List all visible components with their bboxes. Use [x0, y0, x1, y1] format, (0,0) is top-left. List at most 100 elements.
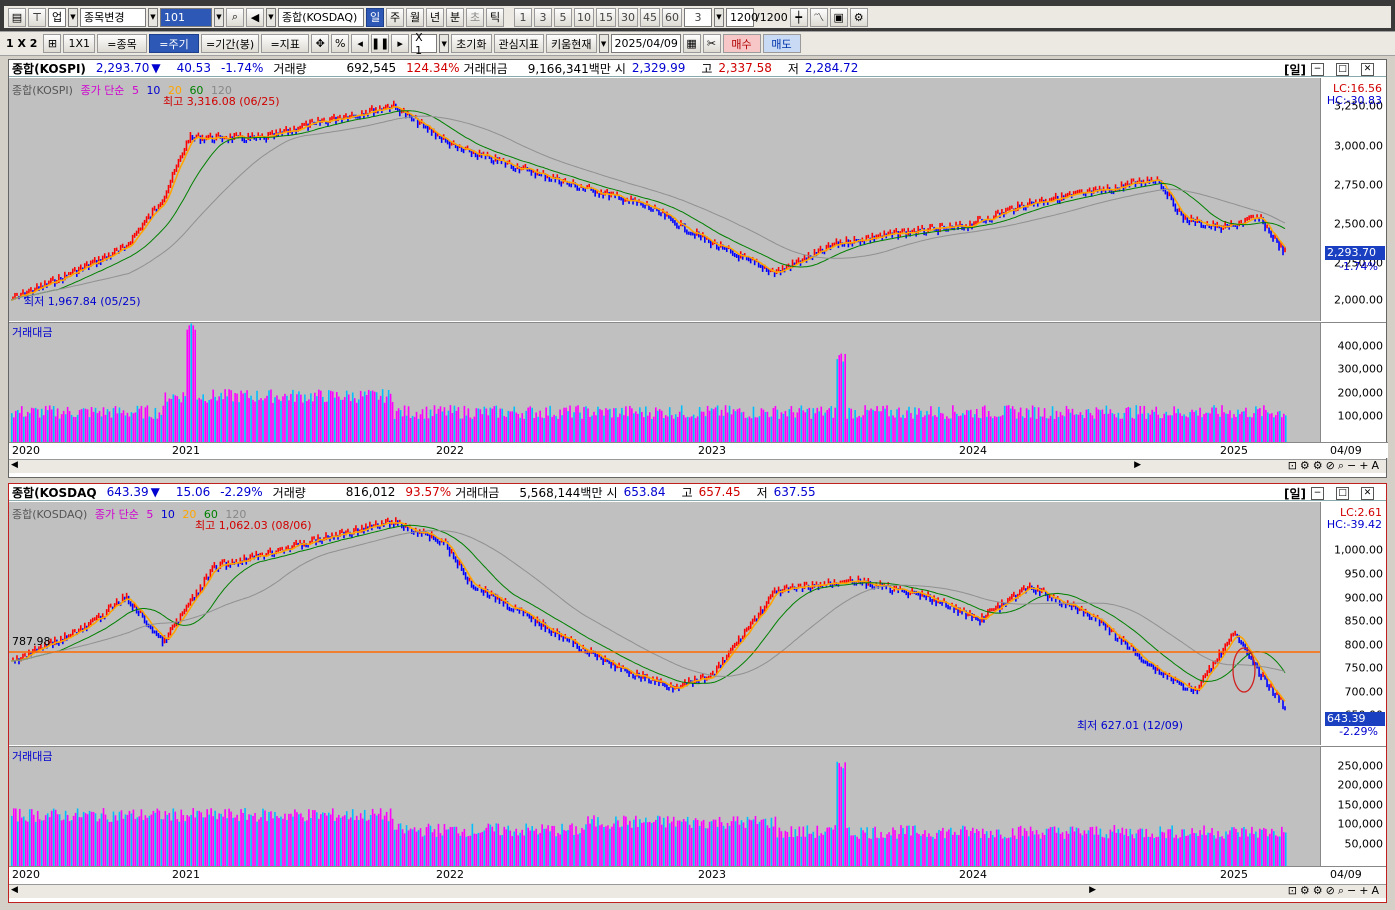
speaker-icon[interactable]: ◀ — [246, 7, 264, 27]
pin-icon[interactable]: ⊤ — [28, 7, 46, 27]
date-input[interactable]: 2025/04/09 — [610, 34, 681, 53]
custom-interval-input[interactable]: 3 — [684, 7, 712, 27]
chart-tools-icons[interactable]: ⊡⚙⚙⊘⌕−+A — [1288, 459, 1382, 473]
scroll-left-icon[interactable]: ◀ — [11, 885, 18, 895]
period-unit[interactable]: [일] — [1284, 485, 1306, 502]
pause-icon[interactable]: ❚❚ — [371, 34, 389, 53]
zoom-dropdown-icon[interactable]: ▼ — [439, 34, 450, 53]
period-year[interactable]: 년 — [426, 7, 444, 27]
volume-bar — [553, 825, 555, 867]
kiwoom-dropdown-icon[interactable]: ▼ — [598, 34, 609, 53]
period-button[interactable]: =주기 — [149, 34, 199, 53]
interval-60[interactable]: 60 — [662, 7, 682, 27]
kosdaq-volume-plot[interactable] — [9, 746, 1320, 867]
buy-button[interactable]: 매수 — [722, 34, 761, 53]
reset-button[interactable]: 초기화 — [451, 34, 492, 53]
volume-bar — [355, 402, 358, 443]
symbol-input[interactable]: 101 — [160, 7, 212, 27]
volume-bar — [543, 418, 545, 443]
sell-button[interactable]: 매도 — [762, 34, 801, 53]
maximize-icon[interactable]: □ — [1336, 487, 1349, 500]
item-button[interactable]: =종목 — [97, 34, 147, 53]
volume-bar — [465, 415, 468, 443]
change-symbol-select[interactable]: 종목변경 — [80, 7, 146, 27]
minimize-icon[interactable]: − — [1311, 63, 1324, 76]
volume-bar — [38, 417, 41, 443]
scissors-icon[interactable]: ✂ — [702, 34, 721, 53]
interval-1[interactable]: 1 — [514, 7, 532, 27]
symbol-dropdown-icon[interactable]: ▼ — [214, 7, 224, 27]
period-second[interactable]: 초 — [466, 7, 484, 27]
trend-icon[interactable]: 〽 — [809, 7, 828, 27]
minimize-icon[interactable]: − — [1311, 487, 1324, 500]
scroll-right-icon[interactable]: ▶ — [1134, 460, 1141, 470]
custom-interval-dropdown-icon[interactable]: ▼ — [714, 7, 724, 27]
interval-3[interactable]: 3 — [534, 7, 552, 27]
volume-bar — [537, 416, 539, 443]
volume-bar — [936, 416, 938, 443]
period-tick[interactable]: 틱 — [486, 7, 504, 27]
chart-tools-icons[interactable]: ⊡⚙⚙⊘⌕−+A — [1288, 884, 1382, 898]
volume-bar — [1071, 408, 1074, 443]
percent-button[interactable]: % — [331, 34, 350, 53]
range-button[interactable]: =기간(봉) — [201, 34, 260, 53]
period-unit[interactable]: [일] — [1284, 61, 1306, 78]
volume-bar — [981, 828, 984, 867]
kospi-volume-plot[interactable] — [9, 322, 1320, 443]
interval-10[interactable]: 10 — [574, 7, 594, 27]
grid-icon[interactable]: ⊞ — [43, 34, 62, 53]
period-day[interactable]: 일 — [366, 7, 384, 27]
volume-bar — [1055, 410, 1058, 443]
volume-bar — [1235, 416, 1237, 443]
speaker-dropdown-icon[interactable]: ▼ — [266, 7, 276, 27]
volume-bar — [1171, 825, 1173, 867]
market-dropdown-icon[interactable]: ▼ — [68, 7, 78, 27]
candle-icon[interactable]: ┿ — [789, 7, 808, 27]
interval-5[interactable]: 5 — [554, 7, 572, 27]
period-month[interactable]: 월 — [406, 7, 424, 27]
period-minute[interactable]: 분 — [446, 7, 464, 27]
volume-bar — [1123, 412, 1126, 443]
market-select[interactable]: 업 — [48, 7, 66, 27]
period-week[interactable]: 주 — [386, 7, 404, 27]
prev-icon[interactable]: ◂ — [351, 34, 370, 53]
volume-bar — [236, 814, 238, 867]
change-rate: -2.29% — [220, 485, 263, 499]
interest-button[interactable]: 관심지표 — [493, 34, 545, 53]
open: 2,329.99 — [631, 61, 686, 75]
move-icon[interactable]: ✥ — [311, 34, 330, 53]
search-icon[interactable]: ⌕ — [226, 7, 244, 27]
volume-bar — [166, 814, 169, 867]
indicator-button[interactable]: =지표 — [261, 34, 310, 53]
gear-icon[interactable]: ⚙ — [849, 7, 868, 27]
open: 653.84 — [623, 485, 666, 499]
volume-bar — [1193, 411, 1195, 443]
calendar-icon[interactable]: ▦ — [682, 34, 701, 53]
scroll-left-icon[interactable]: ◀ — [11, 460, 18, 470]
low-label: 저 — [756, 485, 768, 500]
kiwoom-button[interactable]: 키움현재 — [546, 34, 597, 53]
maximize-icon[interactable]: □ — [1336, 63, 1349, 76]
count-input[interactable]: 1200 — [726, 7, 758, 27]
scroll-right-icon[interactable]: ▶ — [1089, 885, 1096, 895]
layout-icon[interactable]: ▤ — [8, 7, 26, 27]
volume-bar — [471, 823, 474, 867]
kospi-price-plot[interactable] — [9, 78, 1320, 321]
volume-bar — [836, 761, 839, 867]
volume-bar — [513, 406, 516, 443]
interval-45[interactable]: 45 — [640, 7, 660, 27]
kospi-scrollbar[interactable]: ◀ ▶ ⊡⚙⚙⊘⌕−+A — [9, 459, 1386, 473]
change-symbol-dropdown-icon[interactable]: ▼ — [148, 7, 158, 27]
save-icon[interactable]: ▣ — [829, 7, 848, 27]
next-icon[interactable]: ▸ — [391, 34, 410, 53]
zoom-select[interactable]: X 1 — [411, 31, 438, 57]
kosdaq-scrollbar[interactable]: ◀ ▶ ⊡⚙⚙⊘⌕−+A — [9, 884, 1386, 898]
layout-1x1-button[interactable]: 1X1 — [63, 34, 95, 53]
close-icon[interactable]: ✕ — [1361, 63, 1374, 76]
kosdaq-price-plot[interactable] — [9, 502, 1320, 745]
volume-bar — [501, 834, 504, 867]
interval-30[interactable]: 30 — [618, 7, 638, 27]
interval-15[interactable]: 15 — [596, 7, 616, 27]
close-icon[interactable]: ✕ — [1361, 487, 1374, 500]
volume-bar — [1197, 415, 1199, 443]
